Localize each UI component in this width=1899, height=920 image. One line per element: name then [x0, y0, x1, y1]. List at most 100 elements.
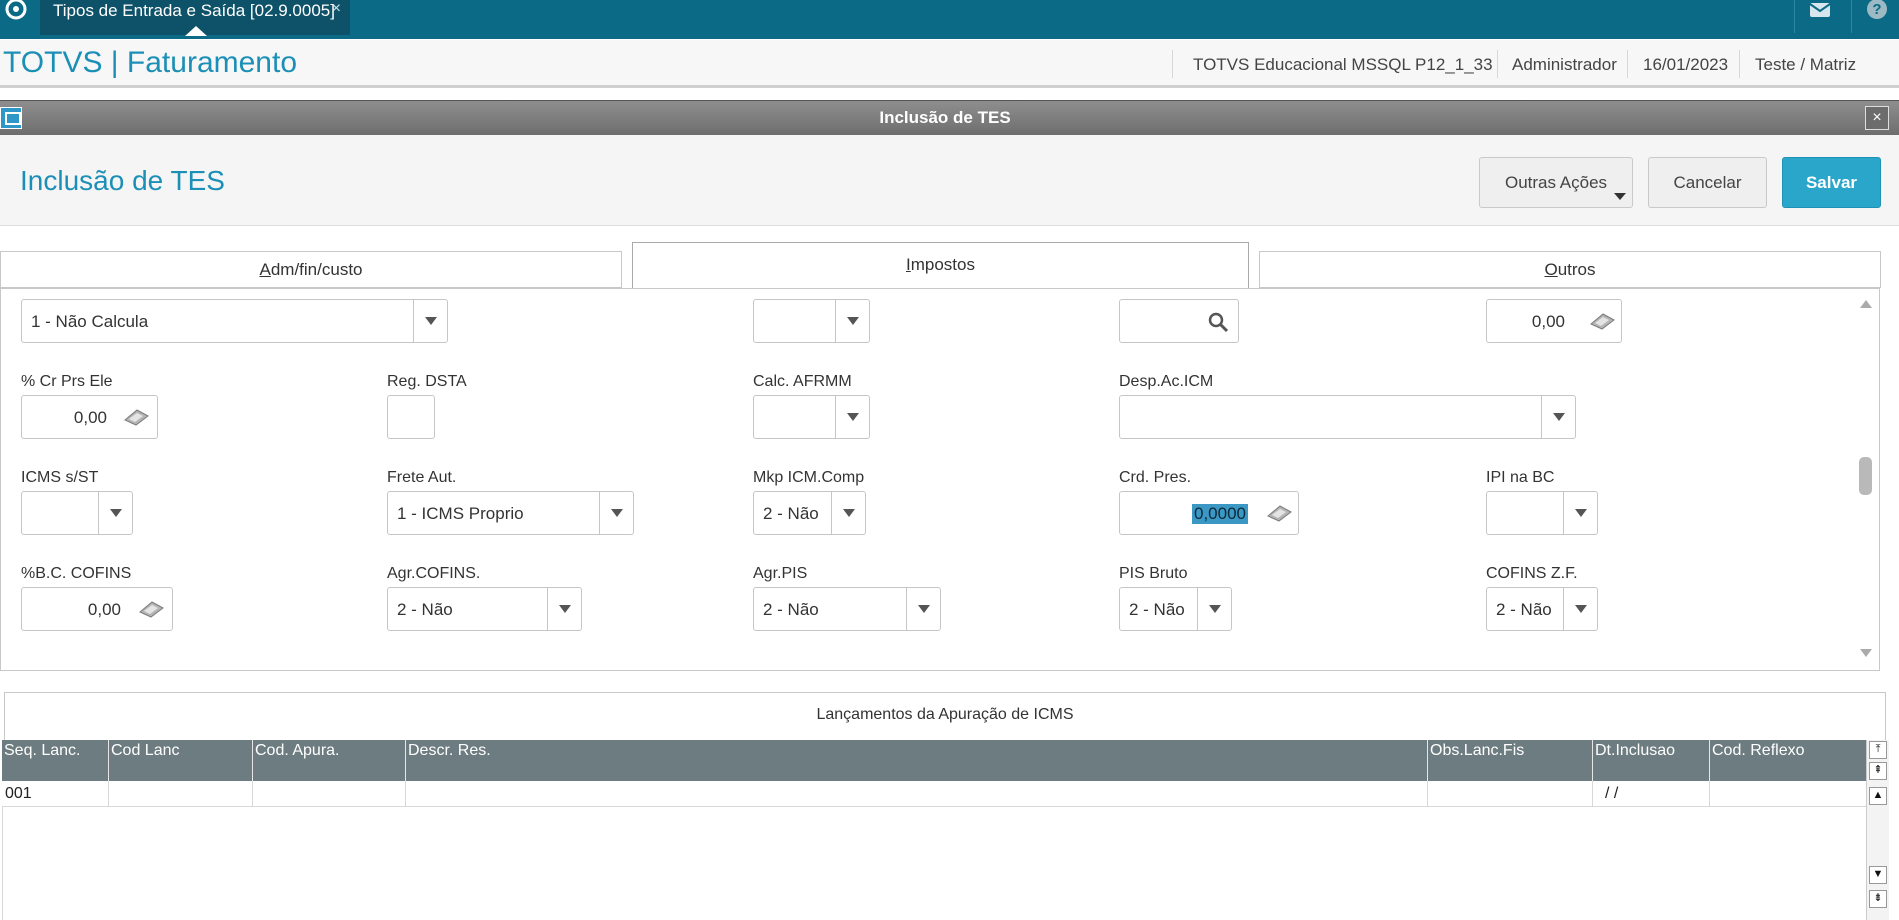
calc-combo-field[interactable]: 1 - Não Calcula: [21, 299, 448, 343]
agr-cofins-field[interactable]: 2 - Não: [387, 587, 582, 631]
open-program-tab[interactable]: Tipos de Entrada e Saída [02.9.0005] ×: [40, 0, 350, 36]
calc-afrmm-label: Calc. AFRMM: [753, 373, 852, 390]
scroll-down-icon[interactable]: [1860, 649, 1872, 657]
dropdown-arrow-icon[interactable]: [1563, 588, 1597, 630]
cofins-zf-field[interactable]: 2 - Não: [1486, 587, 1598, 631]
pis-bruto-field[interactable]: 2 - Não: [1119, 587, 1232, 631]
grid-scrollbar[interactable]: ⤒ ⇞ ▲ ▼ ⇟: [1866, 740, 1889, 920]
save-button[interactable]: Salvar: [1782, 157, 1881, 208]
mail-icon[interactable]: [1809, 2, 1831, 18]
icms-st-label: ICMS s/ST: [21, 469, 99, 486]
other-actions-label: Outras Ações: [1504, 173, 1608, 192]
icms-st-field[interactable]: [21, 491, 133, 535]
dialog-close-button[interactable]: ×: [1865, 106, 1889, 130]
bc-cofins-field[interactable]: 0,00: [21, 587, 173, 631]
dropdown-arrow-icon[interactable]: [547, 588, 581, 630]
dropdown-arrow-icon[interactable]: [835, 396, 869, 438]
close-tab-icon[interactable]: ×: [332, 0, 341, 18]
tab-outros[interactable]: Outros: [1259, 251, 1881, 288]
calculator-icon[interactable]: [123, 408, 149, 426]
calc-afrmm-field[interactable]: [753, 395, 870, 439]
header-divider: [1739, 50, 1740, 78]
scroll-down-icon[interactable]: ▼: [1869, 866, 1887, 884]
topbar-divider: [1794, 0, 1795, 33]
grid-header: Seq. Lanc. Cod Lanc Cod. Apura. Descr. R…: [2, 740, 1866, 781]
grid-body: [2, 807, 1866, 920]
desp-ac-icm-field[interactable]: [1119, 395, 1576, 439]
crd-pres-field[interactable]: 0,0000: [1119, 491, 1299, 535]
cr-prs-ele-field[interactable]: 0,00: [21, 395, 158, 439]
header-divider: [1497, 50, 1498, 78]
lookup-field[interactable]: [1119, 299, 1239, 343]
pis-bruto-label: PIS Bruto: [1119, 565, 1188, 582]
scroll-up-icon[interactable]: ▲: [1869, 787, 1887, 805]
ipi-na-bc-field[interactable]: [1486, 491, 1598, 535]
agr-pis-label: Agr.PIS: [753, 565, 808, 582]
dropdown-arrow-icon[interactable]: [835, 300, 869, 342]
calculator-icon[interactable]: [1589, 312, 1615, 330]
column-header[interactable]: Cod. Reflexo: [1710, 740, 1866, 781]
dropdown-arrow-icon[interactable]: [98, 492, 132, 534]
frete-aut-field[interactable]: 1 - ICMS Proprio: [387, 491, 634, 535]
header-divider: [1172, 50, 1173, 78]
dropdown-arrow-icon[interactable]: [599, 492, 633, 534]
form-title: Inclusão de TES: [20, 165, 225, 196]
dropdown-arrow-icon[interactable]: [1541, 396, 1575, 438]
table-cell[interactable]: 001: [2, 781, 109, 807]
page-up-icon[interactable]: ⇞: [1869, 762, 1887, 780]
dropdown-arrow-icon[interactable]: [1197, 588, 1231, 630]
scroll-thumb[interactable]: [1859, 457, 1872, 495]
column-header[interactable]: Cod. Apura.: [253, 740, 406, 781]
environment-info[interactable]: TOTVS Educacional MSSQL P12_1_33: [1193, 55, 1493, 75]
dropdown-arrow-icon[interactable]: [906, 588, 940, 630]
mkp-icm-comp-field[interactable]: 2 - Não: [753, 491, 866, 535]
open-program-tab-label: Tipos de Entrada e Saída [02.9.0005]: [53, 1, 335, 20]
table-cell[interactable]: [109, 781, 253, 807]
column-header[interactable]: Obs.Lanc.Fis: [1428, 740, 1593, 781]
table-cell[interactable]: [406, 781, 1428, 807]
branch-info[interactable]: Teste / Matriz: [1755, 55, 1856, 75]
fields-scrollbar[interactable]: [1855, 292, 1875, 665]
calculator-icon[interactable]: [138, 600, 164, 618]
top-bar: Tipos de Entrada e Saída [02.9.0005] × ?: [0, 0, 1899, 39]
dropdown-arrow-icon[interactable]: [1563, 492, 1597, 534]
calculator-icon[interactable]: [1266, 504, 1292, 522]
search-icon[interactable]: [1207, 311, 1229, 333]
tab-adm-fin-custo[interactable]: Adm/fin/custo: [0, 251, 622, 288]
table-cell[interactable]: / /: [1593, 781, 1710, 807]
agr-pis-field[interactable]: 2 - Não: [753, 587, 941, 631]
table-row[interactable]: 001 / /: [2, 781, 1866, 807]
page-down-icon[interactable]: ⇟: [1869, 890, 1887, 908]
cofins-zf-label: COFINS Z.F.: [1486, 565, 1578, 582]
scroll-top-icon[interactable]: ⤒: [1869, 741, 1887, 759]
combo-field[interactable]: [753, 299, 870, 343]
dropdown-arrow-icon[interactable]: [831, 492, 865, 534]
user-info[interactable]: Administrador: [1512, 55, 1617, 75]
column-header[interactable]: Cod Lanc: [109, 740, 253, 781]
chevron-down-icon: [1614, 193, 1626, 200]
column-header[interactable]: Seq. Lanc.: [2, 740, 109, 781]
numeric-field[interactable]: 0,00: [1486, 299, 1622, 343]
icms-entries-section: Lançamentos da Apuração de ICMS: [4, 692, 1886, 740]
date-info[interactable]: 16/01/2023: [1643, 55, 1728, 75]
dropdown-arrow-icon[interactable]: [413, 300, 447, 342]
column-header[interactable]: Descr. Res.: [406, 740, 1428, 781]
table-cell[interactable]: [1710, 781, 1866, 807]
desp-ac-icm-label: Desp.Ac.ICM: [1119, 373, 1214, 390]
svg-text:?: ?: [1872, 1, 1881, 18]
tab-impostos[interactable]: Impostos: [632, 242, 1249, 288]
active-tab-indicator: [185, 26, 207, 36]
totvs-logo-icon[interactable]: [3, 0, 29, 22]
reg-dsta-label: Reg. DSTA: [387, 373, 467, 390]
reg-dsta-field[interactable]: [387, 395, 435, 439]
scroll-up-icon[interactable]: [1860, 300, 1872, 308]
cancel-button[interactable]: Cancelar: [1648, 157, 1767, 208]
table-cell[interactable]: [253, 781, 406, 807]
column-header[interactable]: Dt.Inclusao: [1593, 740, 1710, 781]
help-icon[interactable]: ?: [1866, 0, 1888, 20]
other-actions-button[interactable]: Outras Ações: [1479, 157, 1633, 208]
table-cell[interactable]: [1428, 781, 1593, 807]
dialog-title: Inclusão de TES: [879, 108, 1011, 127]
app-header: TOTVS | Faturamento TOTVS Educacional MS…: [0, 40, 1899, 88]
cr-prs-ele-label: % Cr Prs Ele: [21, 373, 113, 390]
